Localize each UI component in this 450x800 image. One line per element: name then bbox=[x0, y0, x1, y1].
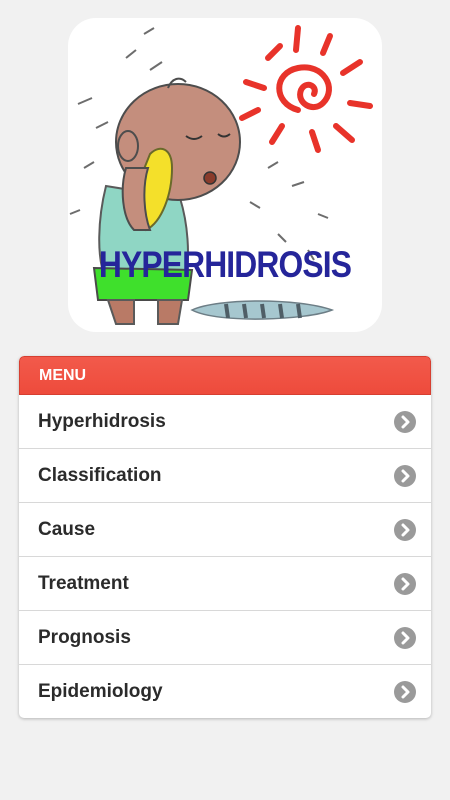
chevron-right-circle-icon bbox=[394, 573, 416, 595]
hero-title: HYPERHIDROSIS bbox=[98, 244, 352, 285]
hero-image: HYPERHIDROSIS bbox=[68, 18, 382, 332]
chevron-right-circle-icon bbox=[394, 465, 416, 487]
menu-item-label: Cause bbox=[38, 519, 96, 540]
menu-header: MENU bbox=[19, 356, 431, 395]
menu-item-label: Epidemiology bbox=[38, 681, 163, 702]
menu-item-cause[interactable]: Cause bbox=[19, 503, 431, 557]
menu-panel: MENU Hyperhidrosis Classification Cause … bbox=[19, 356, 431, 718]
menu-item-epidemiology[interactable]: Epidemiology bbox=[19, 665, 431, 718]
menu-item-classification[interactable]: Classification bbox=[19, 449, 431, 503]
menu-item-label: Prognosis bbox=[38, 627, 131, 648]
chevron-right-circle-icon bbox=[394, 627, 416, 649]
menu-item-prognosis[interactable]: Prognosis bbox=[19, 611, 431, 665]
chevron-right-circle-icon bbox=[394, 411, 416, 433]
menu-item-label: Classification bbox=[38, 465, 162, 486]
menu-item-treatment[interactable]: Treatment bbox=[19, 557, 431, 611]
chevron-right-circle-icon bbox=[394, 519, 416, 541]
menu-item-label: Treatment bbox=[38, 573, 129, 594]
chevron-right-circle-icon bbox=[394, 681, 416, 703]
menu-item-hyperhidrosis[interactable]: Hyperhidrosis bbox=[19, 395, 431, 449]
menu-item-label: Hyperhidrosis bbox=[38, 411, 166, 432]
